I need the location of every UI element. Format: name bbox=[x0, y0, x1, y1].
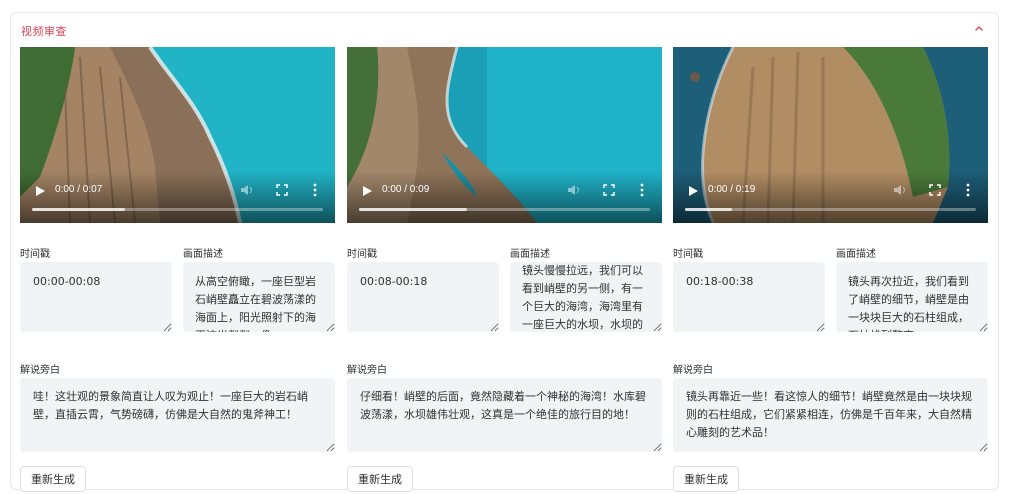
play-icon[interactable] bbox=[34, 185, 46, 197]
fullscreen-icon[interactable] bbox=[603, 184, 615, 196]
video-progress-fill bbox=[359, 208, 467, 211]
video-progress-fill bbox=[685, 208, 732, 211]
timestamp-label: 时间戳 bbox=[20, 249, 50, 260]
play-icon[interactable] bbox=[361, 185, 373, 197]
narration-input[interactable] bbox=[347, 378, 662, 452]
video-time: 0:00 / 0:09 bbox=[382, 184, 430, 195]
narration-label: 解说旁白 bbox=[347, 365, 387, 376]
narration-input[interactable] bbox=[673, 378, 988, 452]
narration-input[interactable] bbox=[20, 378, 335, 452]
video-progress-bar[interactable] bbox=[32, 208, 323, 211]
more-options-icon[interactable] bbox=[312, 183, 318, 197]
clip-column: 0:00 / 0:09 时间戳 画面描述 解说旁白 重新生成 bbox=[347, 47, 662, 492]
more-options-icon[interactable] bbox=[639, 183, 645, 197]
video-time: 0:00 / 0:07 bbox=[55, 184, 103, 195]
regenerate-button[interactable]: 重新生成 bbox=[20, 466, 86, 492]
video-player[interactable]: 0:00 / 0:09 bbox=[347, 47, 662, 223]
video-controls: 0:00 / 0:07 bbox=[20, 171, 335, 223]
play-icon[interactable] bbox=[687, 185, 699, 197]
narration-label: 解说旁白 bbox=[20, 365, 60, 376]
timestamp-label: 时间戳 bbox=[673, 249, 703, 260]
more-options-icon[interactable] bbox=[965, 183, 971, 197]
video-player[interactable]: 0:00 / 0:19 bbox=[673, 47, 988, 223]
timestamp-input[interactable] bbox=[20, 262, 172, 332]
chevron-up-icon[interactable] bbox=[972, 22, 986, 34]
video-controls: 0:00 / 0:09 bbox=[347, 171, 662, 223]
description-label: 画面描述 bbox=[510, 249, 550, 260]
regenerate-button[interactable]: 重新生成 bbox=[673, 466, 739, 492]
fullscreen-icon[interactable] bbox=[276, 184, 288, 196]
video-controls: 0:00 / 0:19 bbox=[673, 171, 988, 223]
volume-icon[interactable] bbox=[893, 184, 907, 196]
video-time: 0:00 / 0:19 bbox=[708, 184, 756, 195]
timestamp-label: 时间戳 bbox=[347, 249, 377, 260]
video-progress-fill bbox=[32, 208, 126, 211]
regenerate-button[interactable]: 重新生成 bbox=[347, 466, 413, 492]
panel-title: 视频审查 bbox=[21, 25, 67, 38]
panel-header[interactable]: 视频审查 bbox=[11, 13, 998, 43]
timestamp-input[interactable] bbox=[673, 262, 825, 332]
video-progress-bar[interactable] bbox=[685, 208, 976, 211]
volume-icon[interactable] bbox=[240, 184, 254, 196]
description-input[interactable] bbox=[836, 262, 988, 332]
description-input[interactable] bbox=[183, 262, 335, 332]
description-label: 画面描述 bbox=[836, 249, 876, 260]
volume-icon[interactable] bbox=[567, 184, 581, 196]
clip-column: 0:00 / 0:07 时间戳 画面描述 解说旁白 重新生成 bbox=[20, 47, 335, 492]
description-label: 画面描述 bbox=[183, 249, 223, 260]
video-review-panel: 视频审查 0:00 / 0:07 时间戳 画面描述 00:00-00:08 从高… bbox=[10, 12, 999, 492]
timestamp-input[interactable] bbox=[347, 262, 499, 332]
clip-column: 0:00 / 0:19 时间戳 画面描述 解说旁白 重新生成 bbox=[673, 47, 988, 492]
fullscreen-icon[interactable] bbox=[929, 184, 941, 196]
description-input[interactable] bbox=[510, 262, 662, 332]
video-player[interactable]: 0:00 / 0:07 bbox=[20, 47, 335, 223]
video-progress-bar[interactable] bbox=[359, 208, 650, 211]
narration-label: 解说旁白 bbox=[673, 365, 713, 376]
